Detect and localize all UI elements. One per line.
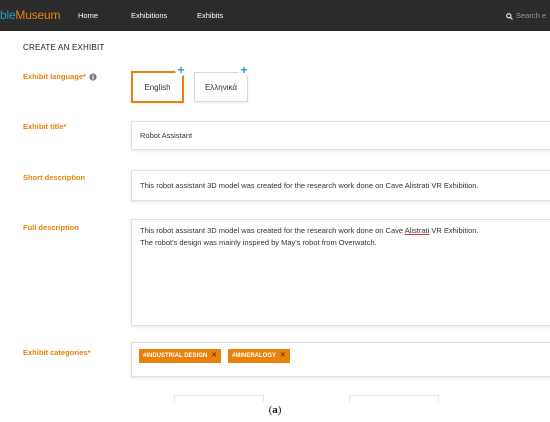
- spellcheck-word: Alistrati: [404, 226, 430, 235]
- close-icon[interactable]: ✕: [211, 352, 217, 359]
- search-icon: [506, 12, 513, 20]
- full-description-textarea[interactable]: This robot assistant 3D model was create…: [131, 219, 550, 326]
- title-label: Exhibit title*: [23, 122, 67, 131]
- full-description-text: VR Exhibition.: [429, 226, 479, 235]
- full-description-text: This robot assistant 3D model was create…: [140, 226, 405, 235]
- full-description-label: Full description: [23, 223, 79, 232]
- nav-exhibits[interactable]: Exhibits: [197, 0, 223, 31]
- short-description-label: Short description: [23, 173, 86, 182]
- language-label: Exhibit language*: [23, 72, 97, 81]
- language-english-label: English: [144, 82, 171, 92]
- category-tag-mineralogy: #MINERALOGY ✕: [228, 349, 290, 363]
- full-description-line-2: The robot's design was mainly inspired b…: [140, 238, 377, 247]
- nav-exhibitions[interactable]: Exhibitions: [131, 0, 167, 31]
- partial-button[interactable]: [349, 395, 439, 402]
- plus-icon[interactable]: +: [175, 64, 187, 76]
- close-icon[interactable]: ✕: [280, 352, 286, 359]
- top-navbar: bleMuseum Home Exhibitions Exhibits Sear…: [0, 0, 550, 31]
- exhibit-title-input[interactable]: Robot Assistant: [131, 121, 550, 150]
- search-placeholder: Search e: [516, 11, 547, 20]
- exhibit-title-value: Robot Assistant: [140, 131, 193, 140]
- app-logo[interactable]: bleMuseum: [0, 0, 60, 31]
- language-greek-label: Ελληνικά: [204, 82, 238, 92]
- nav-home[interactable]: Home: [78, 0, 98, 31]
- info-icon[interactable]: [89, 73, 97, 81]
- language-english-button[interactable]: English: [131, 71, 184, 103]
- full-description-line-1: This robot assistant 3D model was create…: [140, 225, 550, 237]
- logo-part-2: Museum: [15, 8, 61, 22]
- short-description-input[interactable]: This robot assistant 3D model was create…: [131, 170, 550, 201]
- page-title: CREATE AN EXHIBIT: [23, 43, 105, 52]
- search-box[interactable]: Search e: [506, 0, 546, 31]
- short-description-value: This robot assistant 3D model was create…: [140, 181, 479, 190]
- language-label-text: Exhibit language*: [23, 72, 86, 81]
- logo-part-1: ble: [0, 8, 16, 22]
- category-tag-label: #INDUSTRIAL DESIGN: [143, 353, 208, 359]
- category-tag-industrial-design: #INDUSTRIAL DESIGN ✕: [139, 349, 222, 363]
- plus-icon[interactable]: +: [238, 64, 250, 76]
- partial-button[interactable]: [174, 395, 264, 402]
- figure-caption: (a): [268, 404, 282, 416]
- categories-label: Exhibit categories*: [23, 348, 91, 357]
- category-tag-label: #MINERALOGY: [232, 353, 277, 359]
- caption-letter: a: [272, 404, 278, 416]
